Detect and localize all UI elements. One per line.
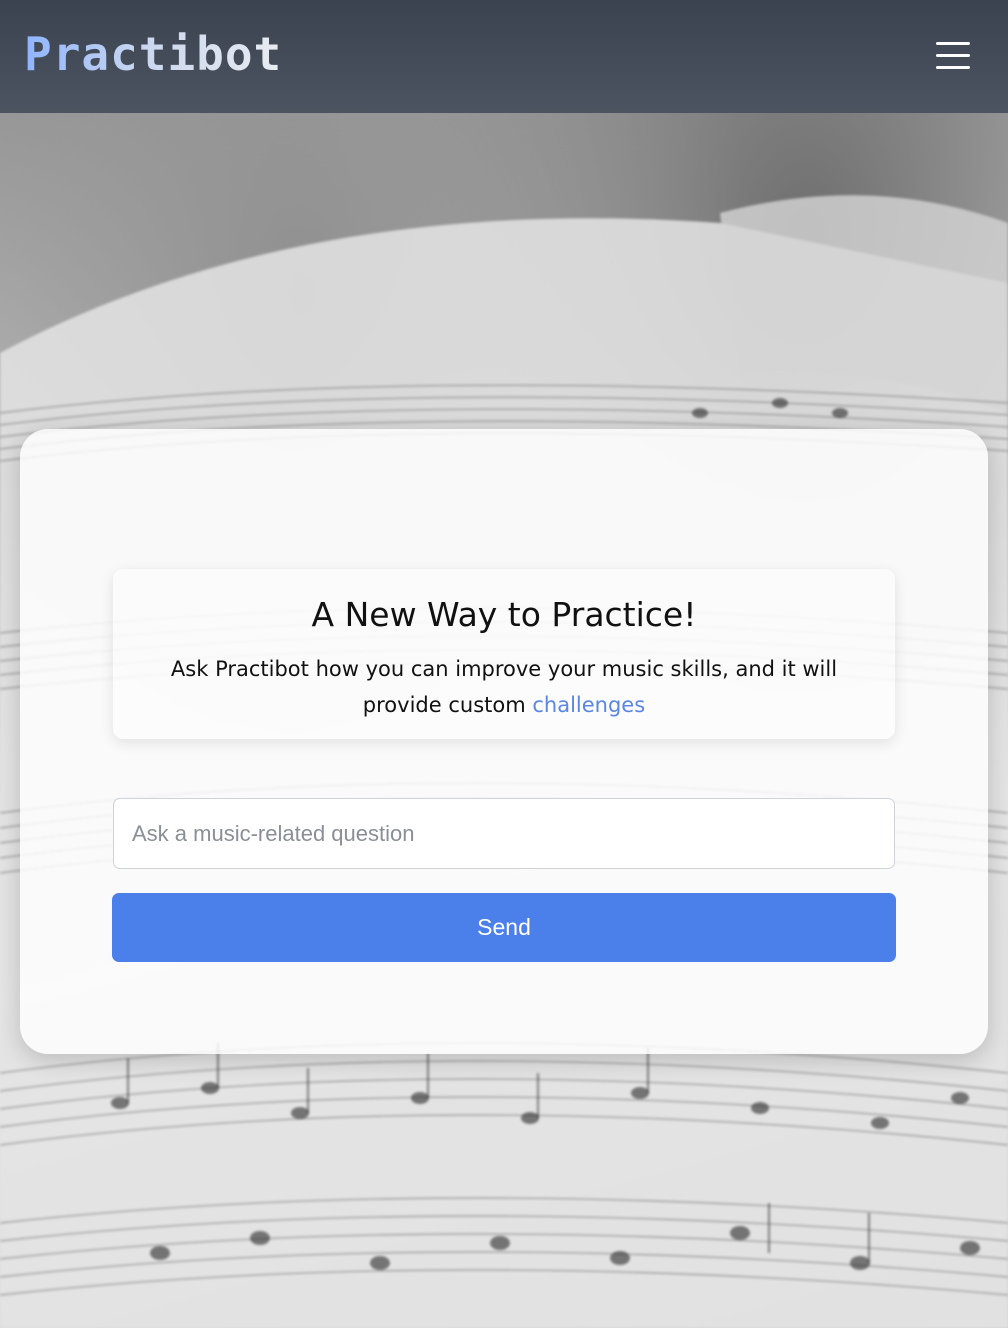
page: Practibot A New Way to Practice! Ask Pra…	[0, 0, 1008, 1328]
challenges-link[interactable]: challenges	[532, 693, 645, 717]
page-title: A New Way to Practice!	[311, 595, 697, 634]
chat-card: A New Way to Practice! Ask Practibot how…	[20, 429, 988, 1054]
hamburger-line	[936, 66, 970, 69]
send-button[interactable]: Send	[112, 893, 896, 962]
intro-description: Ask Practibot how you can improve your m…	[153, 651, 855, 723]
navbar: Practibot	[0, 0, 1008, 113]
brand-logo[interactable]: Practibot	[24, 24, 282, 84]
intro-description-text: Ask Practibot how you can improve your m…	[170, 657, 838, 717]
question-input[interactable]	[113, 798, 895, 869]
hamburger-line	[936, 54, 970, 57]
hamburger-line	[936, 42, 970, 45]
intro-panel: A New Way to Practice! Ask Practibot how…	[113, 569, 895, 739]
hamburger-menu-icon[interactable]	[928, 36, 976, 76]
